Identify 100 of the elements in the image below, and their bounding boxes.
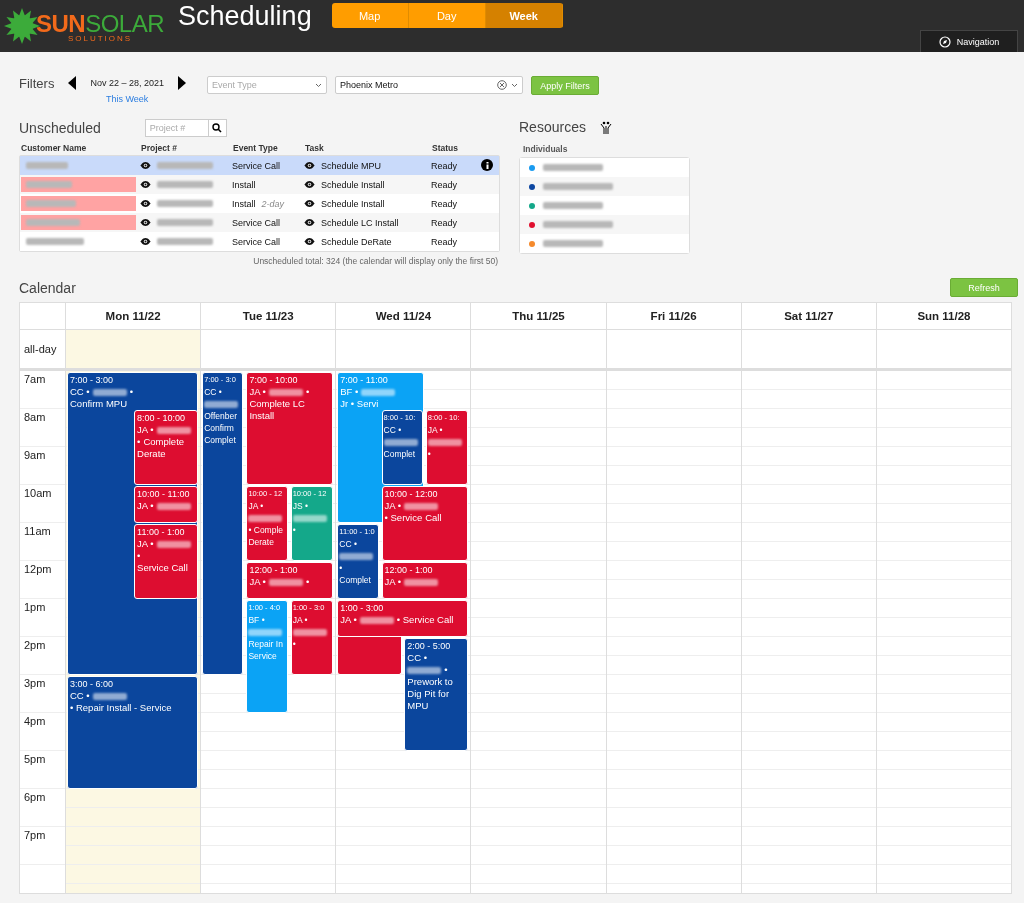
event-time: 7:00 - 10:00 <box>249 374 299 386</box>
event-text: Jr • Servi <box>340 398 379 410</box>
table-row[interactable]: Service Call Schedule MPU Ready <box>20 156 499 175</box>
redacted-name <box>92 389 127 396</box>
event-text: Offenber <box>204 410 238 422</box>
redacted-name <box>248 629 283 637</box>
event-text: JA • <box>249 386 266 398</box>
event-text: JA • <box>137 500 154 512</box>
event-time: 3:00 - 6:00 <box>70 678 115 690</box>
event-text: JA • <box>137 424 154 436</box>
calendar-event[interactable]: 1:00 - 3:00 JA • • Service Call <box>337 600 469 637</box>
table-row[interactable]: Install Schedule Install Ready <box>20 175 499 194</box>
redacted-project-number <box>157 238 213 245</box>
event-text: • <box>292 524 296 536</box>
event-time: 2:00 - 5:00 <box>407 640 452 652</box>
column-header: Customer Name <box>21 143 88 153</box>
calendar-event[interactable]: 11:00 - 1:00 JA • • Service Call <box>134 524 199 599</box>
event-text: Repair In <box>248 638 283 650</box>
search-icon <box>212 123 223 133</box>
column-header: Event Type <box>233 143 279 153</box>
project-search-field[interactable]: Project # <box>144 119 209 137</box>
event-extension[interactable] <box>337 637 403 675</box>
view-tab[interactable]: Week <box>485 3 563 28</box>
eye-icon <box>304 238 315 245</box>
filters-label: Filters <box>19 76 55 91</box>
redacted-name <box>427 439 462 447</box>
redacted-name <box>404 503 439 510</box>
page-title: Scheduling <box>178 0 312 32</box>
previous-week-button[interactable] <box>66 76 79 90</box>
next-week-button[interactable] <box>175 76 188 90</box>
event-text: Service <box>248 650 277 662</box>
table-row[interactable]: Service Call Schedule LC Install Ready <box>20 213 499 232</box>
people-filter-icon[interactable] <box>599 120 612 134</box>
event-text: JA • <box>248 500 264 512</box>
calendar-event[interactable]: 3:00 - 6:00 CC • • Repair Install - Service <box>67 676 199 789</box>
event-time: 10:00 - 11:00 <box>137 488 191 500</box>
calendar-event[interactable]: 12:00 - 1:00 JA • • <box>246 562 334 599</box>
event-text: Confirm <box>204 422 234 434</box>
event-time: 12:00 - 1:00 <box>249 564 299 576</box>
event-text: Complet <box>383 448 416 460</box>
calendar-event[interactable]: 10:00 - 12:00 JA • • Service Call <box>381 486 469 561</box>
region-select[interactable]: Phoenix Metro <box>334 76 523 94</box>
event-type-cell: Service Call <box>232 160 280 171</box>
event-type-cell: Service Call <box>232 217 280 228</box>
event-text: • Service Call <box>396 614 454 626</box>
status-cell: Ready <box>431 198 457 209</box>
eye-icon <box>304 181 315 188</box>
column-header: Status <box>432 143 459 153</box>
event-text: JA • <box>384 576 402 588</box>
event-text: BF • <box>340 386 359 398</box>
calendar-event[interactable]: 8:00 - 10:00 JA • • Complete Derate <box>134 410 199 485</box>
event-text: CC • <box>339 538 357 550</box>
redacted-name <box>156 427 191 434</box>
eye-icon <box>304 200 315 207</box>
redacted-project-number <box>157 200 213 207</box>
this-week-link[interactable]: This Week <box>106 94 149 104</box>
event-text: Derate <box>137 448 166 460</box>
redacted-project-number <box>157 162 213 169</box>
event-text: JA • <box>427 424 443 436</box>
event-text: Complet <box>339 574 371 586</box>
redacted-name <box>292 629 327 637</box>
calendar-event[interactable]: 12:00 - 1:00 JA • <box>381 562 469 599</box>
calendar-event[interactable]: 2:00 - 5:00 CC • • Prework to Dig Pit for MPU <box>404 638 469 751</box>
eye-icon <box>140 162 151 169</box>
event-text: • <box>339 562 343 574</box>
eye-icon <box>140 238 151 245</box>
status-cell: Ready <box>431 217 457 228</box>
unscheduled-total: Unscheduled total: 324 (the calendar will display only the first 50) <box>253 256 498 266</box>
event-time: 8:00 - 10:00 <box>137 412 187 424</box>
clear-icon <box>496 80 507 90</box>
task-text: Schedule Install <box>321 198 385 209</box>
calendar-event[interactable]: 10:00 - 11:00 JA • <box>134 486 199 523</box>
event-text: Service Call <box>137 562 188 574</box>
calendar-event[interactable]: 7:00 - 10:00 JA • • Complete LC Install <box>246 372 334 485</box>
event-text: Complete <box>143 436 185 448</box>
status-cell: Ready <box>431 160 457 171</box>
event-text: JA • <box>384 500 402 512</box>
task-text: Schedule LC Install <box>321 217 399 228</box>
unscheduled-title: Unscheduled <box>19 120 101 136</box>
redacted-name <box>156 541 191 548</box>
event-text: CC • <box>70 690 90 702</box>
eye-icon <box>140 200 151 207</box>
date-range: Nov 22 – 28, 2021 <box>90 78 164 88</box>
redacted-name <box>407 667 442 674</box>
task-text: Schedule MPU <box>321 160 382 171</box>
event-text: • <box>427 448 431 460</box>
column-header: Task <box>305 143 325 153</box>
redacted-name <box>204 401 239 409</box>
event-time: 7:00 - 11:00 <box>340 374 389 386</box>
event-text: BF • <box>248 614 265 626</box>
eye-icon <box>140 181 151 188</box>
event-text: Install <box>249 410 275 422</box>
redacted-name <box>92 693 127 700</box>
status-cell: Ready <box>431 236 457 247</box>
calendar-title: Calendar <box>19 279 76 296</box>
eye-icon <box>304 162 315 169</box>
navigation-button[interactable]: Navigation <box>920 30 1018 52</box>
status-cell: Ready <box>431 179 457 190</box>
event-type-cell: Install <box>232 179 256 190</box>
info-icon[interactable] <box>481 159 493 171</box>
